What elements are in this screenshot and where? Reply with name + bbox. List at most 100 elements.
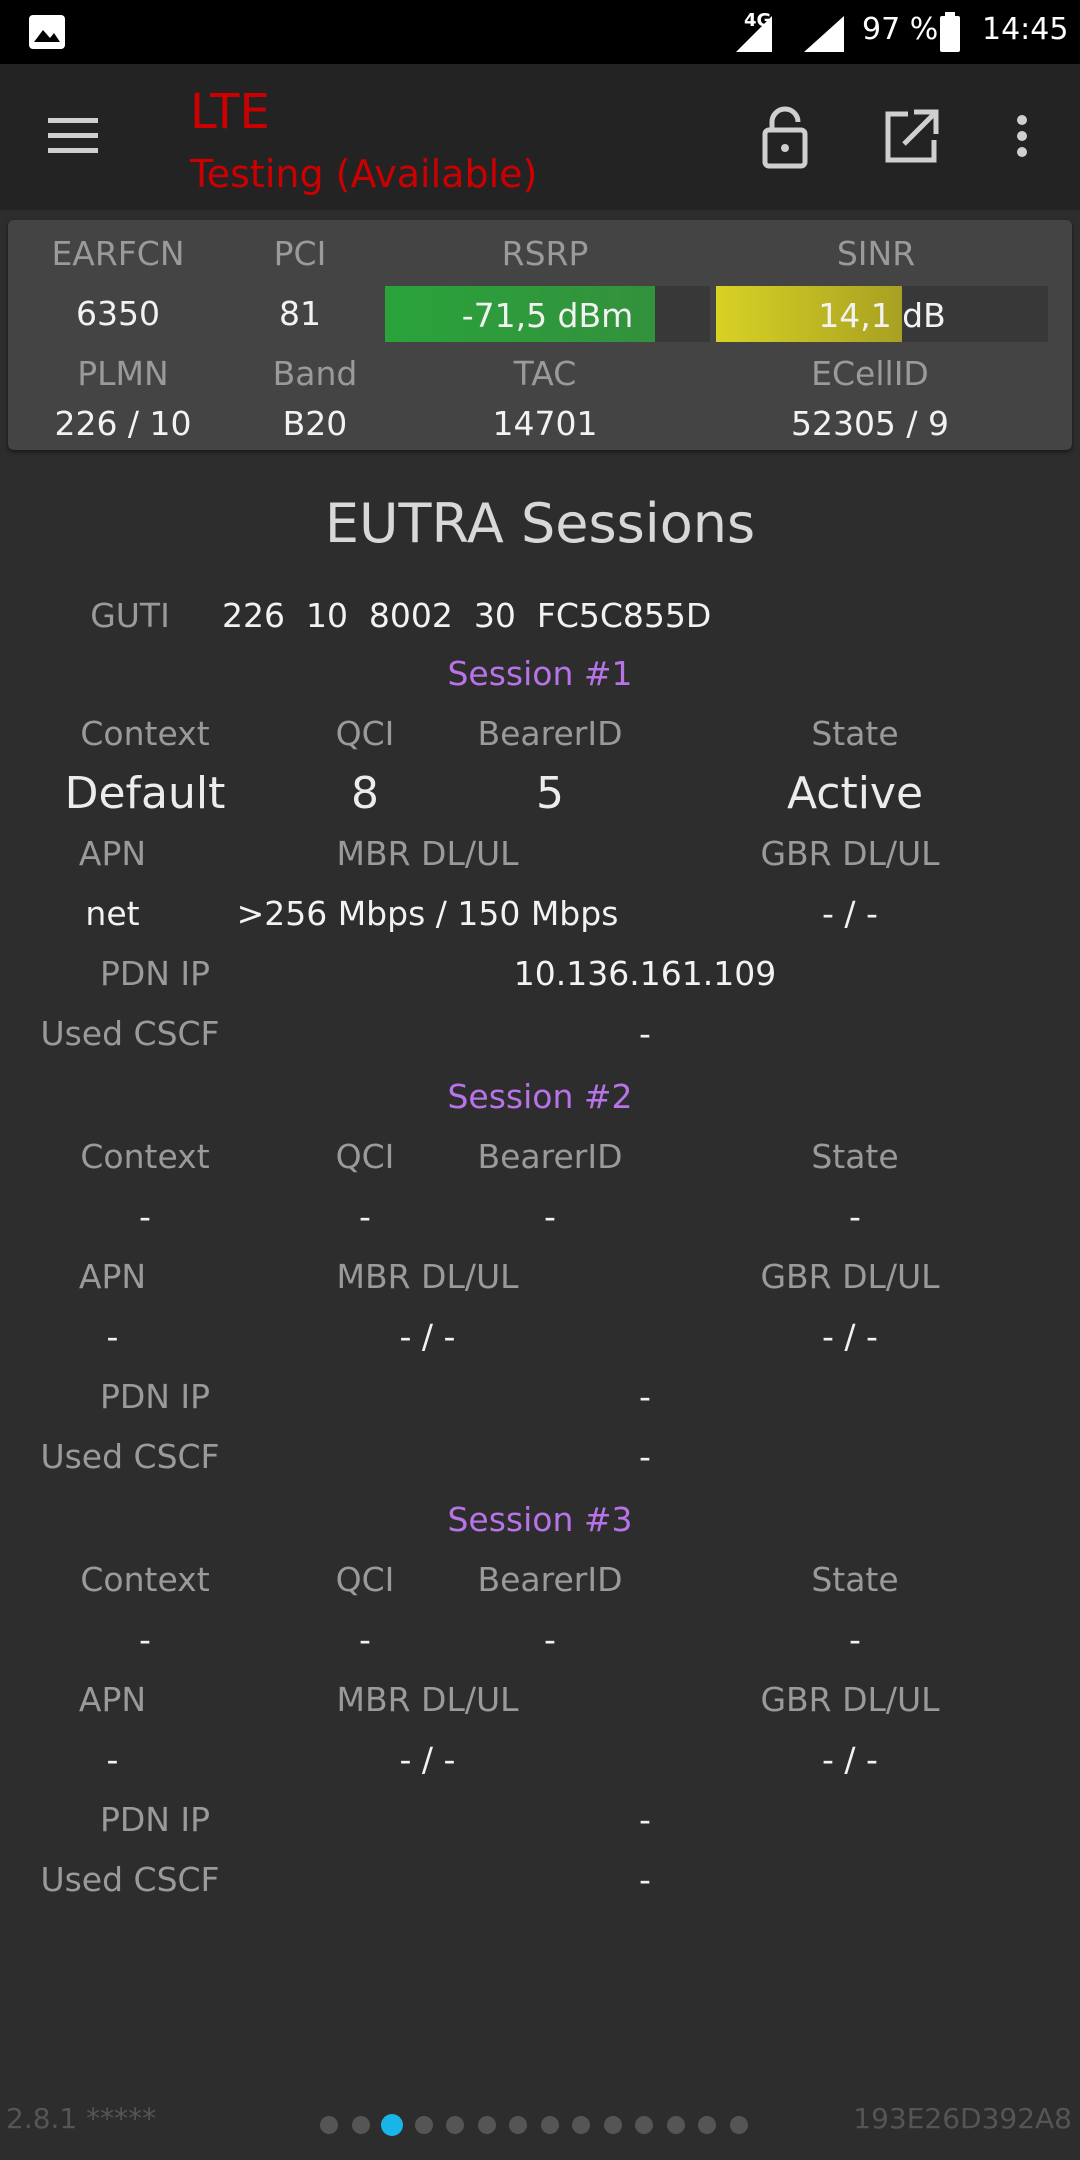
app-subtitle: Testing (Available) (190, 152, 538, 196)
session-3-title: Session #3 (447, 1500, 633, 1539)
bearer-id-value: - (544, 1197, 556, 1236)
pdn-ip-value: - (639, 1377, 651, 1416)
gbr-label: GBR DL/UL (760, 834, 940, 873)
bearer-id-value: 5 (536, 768, 564, 819)
mbr-label: MBR DL/UL (336, 1257, 519, 1296)
earfcn-value: 6350 (76, 294, 160, 333)
apn-value: - (106, 1740, 119, 1779)
menu-icon (48, 118, 98, 153)
tac-label: TAC (513, 354, 577, 393)
qci-label: QCI (335, 1560, 395, 1599)
used-cscf-label: Used CSCF (40, 1860, 220, 1899)
ecellid-value: 52305 / 9 (790, 404, 950, 443)
context-label: Context (80, 1137, 210, 1176)
plmn-label: PLMN (77, 354, 169, 393)
status-bar: 4G 97 % 14:45 (0, 0, 1080, 64)
page-dot[interactable] (572, 2116, 590, 2134)
open-external-button[interactable] (866, 92, 956, 182)
context-value: - (139, 1197, 151, 1236)
lock-button[interactable] (740, 92, 830, 182)
page-dot-active[interactable] (381, 2114, 403, 2136)
bearer-id-value: - (544, 1620, 556, 1659)
context-value: - (139, 1620, 151, 1659)
signal-icon (804, 16, 844, 52)
bearer-id-label: BearerID (477, 1560, 623, 1599)
page-dot[interactable] (635, 2116, 653, 2134)
mbr-value: >256 Mbps / 150 Mbps (236, 894, 619, 933)
qci-label: QCI (335, 1137, 395, 1176)
used-cscf-label: Used CSCF (40, 1437, 220, 1476)
sinr-value: 14,1 dB (818, 296, 946, 335)
pdn-ip-value: - (639, 1800, 651, 1839)
rsrp-value: -71,5 dBm (461, 296, 634, 335)
page-dot[interactable] (414, 2116, 433, 2134)
menu-button[interactable] (28, 90, 118, 180)
device-id-text: 193E26D392A8 (853, 2102, 1072, 2135)
gbr-label: GBR DL/UL (760, 1680, 940, 1719)
state-label: State (811, 714, 899, 753)
page-dot[interactable] (729, 2116, 748, 2134)
pci-value: 81 (279, 294, 321, 333)
network-type: 4G (744, 10, 772, 31)
open-external-icon (885, 109, 939, 163)
gbr-value: - / - (822, 1317, 878, 1356)
page-dot[interactable] (351, 2116, 370, 2134)
pdn-ip-value: 10.136.161.109 (513, 954, 777, 993)
state-label: State (811, 1560, 899, 1599)
tac-value: 14701 (492, 404, 598, 443)
gbr-label: GBR DL/UL (760, 1257, 940, 1296)
qci-value: - (359, 1197, 371, 1236)
session-1-title: Session #1 (447, 654, 633, 693)
rsrp-label: RSRP (501, 234, 589, 273)
context-label: Context (80, 1560, 210, 1599)
guti-label: GUTI (90, 596, 170, 635)
battery-icon (940, 12, 960, 52)
pci-label: PCI (273, 234, 327, 273)
earfcn-label: EARFCN (51, 234, 185, 273)
used-cscf-value: - (639, 1014, 651, 1053)
apn-label: APN (78, 834, 147, 873)
app-title: LTE (190, 84, 270, 140)
apn-label: APN (78, 1680, 147, 1719)
page-dot[interactable] (603, 2116, 622, 2134)
gbr-value: - / - (822, 894, 878, 933)
band-label: Band (272, 354, 358, 393)
gbr-value: - / - (822, 1740, 878, 1779)
mbr-value: - / - (399, 1740, 456, 1779)
session-2-title: Session #2 (447, 1077, 633, 1116)
more-vertical-icon (1017, 115, 1027, 157)
state-value: - (849, 1620, 861, 1659)
page-dot[interactable] (509, 2116, 527, 2134)
lock-icon (762, 106, 808, 169)
apn-label: APN (78, 1257, 147, 1296)
page-dot[interactable] (477, 2116, 496, 2134)
state-label: State (811, 1137, 899, 1176)
bearer-id-label: BearerID (477, 714, 623, 753)
ecellid-label: ECellID (811, 354, 929, 393)
used-cscf-label: Used CSCF (40, 1014, 220, 1053)
mbr-label: MBR DL/UL (336, 1680, 519, 1719)
mbr-value: - / - (399, 1317, 456, 1356)
mbr-label: MBR DL/UL (336, 834, 519, 873)
image-icon (29, 15, 65, 49)
sinr-meter: 14,1 dB (716, 286, 1048, 342)
version-text: 2.8.1 ***** (6, 2102, 157, 2135)
apn-value: - (106, 1317, 119, 1356)
pdn-ip-label: PDN IP (99, 1377, 211, 1416)
plmn-value: 226 / 10 (54, 404, 192, 443)
page-dot[interactable] (666, 2116, 685, 2134)
band-value: B20 (282, 404, 348, 443)
clock: 14:45 (982, 12, 1069, 47)
more-options-button[interactable] (978, 92, 1038, 182)
context-value: Default (64, 768, 226, 819)
battery-percent: 97 % (862, 12, 939, 47)
bearer-id-label: BearerID (477, 1137, 623, 1176)
sinr-label: SINR (836, 234, 916, 273)
qci-label: QCI (335, 714, 395, 753)
page-dot[interactable] (446, 2116, 464, 2134)
pdn-ip-label: PDN IP (99, 954, 211, 993)
page-dot[interactable] (698, 2116, 716, 2134)
page-dot[interactable] (320, 2116, 338, 2134)
pdn-ip-label: PDN IP (99, 1800, 211, 1839)
page-dot[interactable] (540, 2116, 559, 2134)
